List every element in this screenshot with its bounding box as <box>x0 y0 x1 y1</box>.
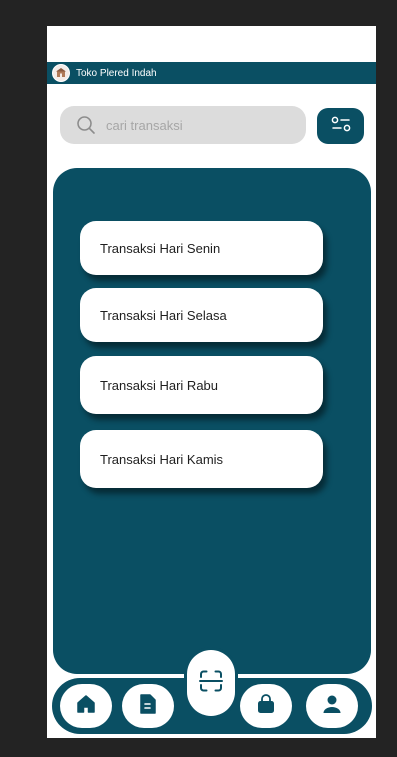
transaction-panel: Transaksi Hari Senin Transaksi Hari Sela… <box>53 168 371 674</box>
home-icon <box>75 693 97 720</box>
scan-icon <box>198 669 224 698</box>
transaction-item-rabu[interactable]: Transaksi Hari Rabu <box>80 356 323 414</box>
store-header: Toko Plered Indah <box>47 62 376 84</box>
nav-profile-button[interactable] <box>306 684 358 728</box>
app-screen: Toko Plered Indah Transaksi Hari Senin T… <box>47 26 376 738</box>
nav-document-button[interactable] <box>122 684 174 728</box>
nav-bag-button[interactable] <box>240 684 292 728</box>
transaction-item-kamis[interactable]: Transaksi Hari Kamis <box>80 430 323 488</box>
nav-home-button[interactable] <box>60 684 112 728</box>
transaction-item-senin[interactable]: Transaksi Hari Senin <box>80 221 323 275</box>
search-icon <box>76 115 96 135</box>
store-name: Toko Plered Indah <box>76 67 157 79</box>
user-icon <box>321 693 343 720</box>
search-bar[interactable] <box>60 106 306 144</box>
status-strip <box>47 26 376 62</box>
transaction-label: Transaksi Hari Rabu <box>100 377 219 393</box>
filter-sliders-icon <box>330 115 352 138</box>
document-icon <box>138 693 158 720</box>
transaction-item-selasa[interactable]: Transaksi Hari Selasa <box>80 288 323 342</box>
store-logo-icon <box>52 64 70 82</box>
transaction-label: Transaksi Hari Senin <box>100 240 221 256</box>
search-input[interactable] <box>104 116 288 134</box>
scan-button[interactable] <box>187 650 235 716</box>
filter-button[interactable] <box>317 108 364 144</box>
shopping-bag-icon <box>255 693 277 720</box>
transaction-label: Transaksi Hari Kamis <box>100 451 224 467</box>
transaction-label: Transaksi Hari Selasa <box>100 307 227 323</box>
